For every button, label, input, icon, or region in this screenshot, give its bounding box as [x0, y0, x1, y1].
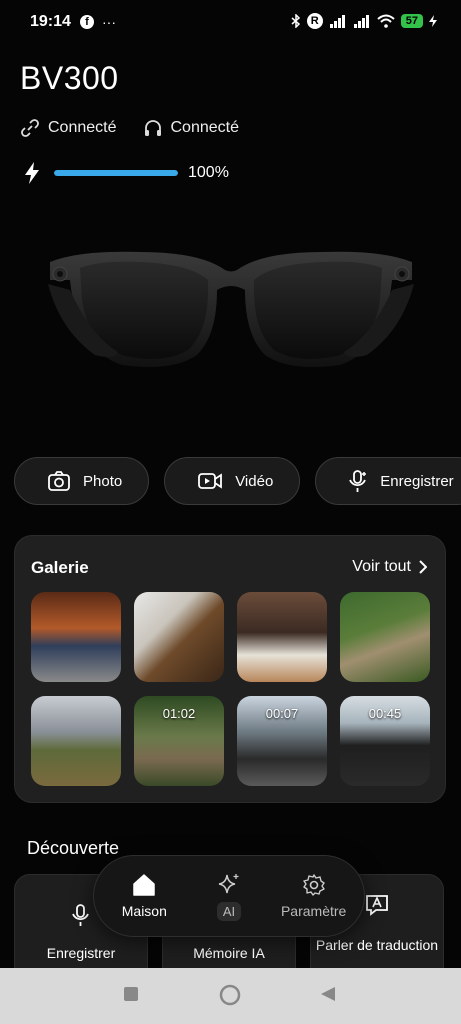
- video-duration: 01:02: [162, 706, 196, 721]
- gallery-grid: 01:02 00:07 00:45: [31, 592, 430, 786]
- video-duration: 00:45: [368, 706, 402, 721]
- video-camera-icon: [198, 473, 223, 489]
- status-time: 19:14: [30, 13, 71, 30]
- recents-icon[interactable]: [123, 986, 139, 1002]
- nav-settings[interactable]: Paramètre: [274, 873, 354, 919]
- photo-button-label: Photo: [83, 472, 123, 490]
- audio-status-label: Connecté: [170, 119, 240, 136]
- battery-progress-bar: [54, 170, 178, 176]
- device-battery: 100%: [22, 162, 229, 184]
- link-status: Connecté: [20, 118, 117, 138]
- lightning-icon: [25, 162, 39, 184]
- microphone-icon: [72, 904, 89, 926]
- gallery-card: Galerie Voir tout 01:02 00:07 00:45: [14, 535, 446, 803]
- video-button-label: Vidéo: [235, 472, 274, 490]
- headphones-icon: [144, 120, 161, 136]
- wifi-icon: [377, 14, 395, 28]
- chevron-right-icon: [419, 560, 427, 574]
- record-button[interactable]: Enregistrer: [315, 457, 461, 505]
- discover-card-label: Enregistrer: [46, 945, 116, 961]
- gallery-title: Galerie: [31, 558, 89, 577]
- link-icon: [21, 119, 39, 137]
- system-navigation-bar: [0, 968, 461, 1024]
- bluetooth-icon: [291, 14, 300, 28]
- nav-ai[interactable]: AI: [189, 872, 269, 921]
- back-icon[interactable]: [320, 986, 336, 1002]
- gallery-thumbnail[interactable]: [237, 592, 327, 682]
- microphone-icon: [349, 470, 367, 492]
- home-button-icon[interactable]: [219, 984, 241, 1006]
- home-icon: [133, 874, 156, 896]
- gallery-thumbnail[interactable]: 01:02: [134, 696, 224, 786]
- video-button[interactable]: Vidéo: [164, 457, 301, 505]
- discover-card-label: Mémoire IA: [193, 945, 265, 961]
- status-bar: 19:14 f ··· R 57: [0, 0, 461, 46]
- charging-icon: [429, 15, 437, 27]
- discover-card-label: Parler de traduction: [315, 937, 439, 953]
- battery-progress-fill: [54, 170, 178, 176]
- nav-settings-label: Paramètre: [280, 903, 347, 919]
- r-badge-icon: R: [306, 13, 323, 29]
- gallery-thumbnail[interactable]: 00:07: [237, 696, 327, 786]
- device-name: BV300: [20, 60, 119, 96]
- nav-ai-label: AI: [216, 901, 242, 921]
- camera-icon: [48, 471, 70, 491]
- more-dots-icon: ···: [102, 14, 116, 30]
- gallery-thumbnail[interactable]: 00:45: [340, 696, 430, 786]
- sparkle-icon: [218, 873, 239, 893]
- signal-icon: [329, 15, 345, 28]
- gallery-thumbnail[interactable]: [134, 592, 224, 682]
- bottom-navigation: Maison AI Paramètre: [93, 855, 365, 937]
- translate-icon: [366, 895, 388, 916]
- photo-button[interactable]: Photo: [14, 457, 150, 505]
- nav-home-label: Maison: [121, 903, 167, 919]
- gear-icon: [302, 874, 325, 896]
- connection-status: Connecté Connecté: [20, 118, 239, 138]
- battery-icon: 57: [400, 14, 423, 28]
- battery-percent: 100%: [188, 164, 229, 181]
- gallery-thumbnail[interactable]: [31, 592, 121, 682]
- video-duration: 00:07: [265, 706, 299, 721]
- facebook-icon: f: [80, 15, 94, 29]
- link-status-label: Connecté: [48, 119, 117, 136]
- record-button-label: Enregistrer: [380, 472, 454, 490]
- see-all-label: Voir tout: [352, 558, 411, 575]
- discover-title: Découverte: [27, 838, 120, 858]
- signal-icon-2: [353, 15, 369, 28]
- gallery-thumbnail[interactable]: [31, 696, 121, 786]
- capture-actions: Photo Vidéo Enregistrer: [14, 457, 461, 505]
- audio-status: Connecté: [143, 118, 240, 138]
- nav-home[interactable]: Maison: [104, 873, 184, 919]
- see-all-link[interactable]: Voir tout: [352, 558, 427, 576]
- glasses-image: [48, 251, 414, 368]
- gallery-thumbnail[interactable]: [340, 592, 430, 682]
